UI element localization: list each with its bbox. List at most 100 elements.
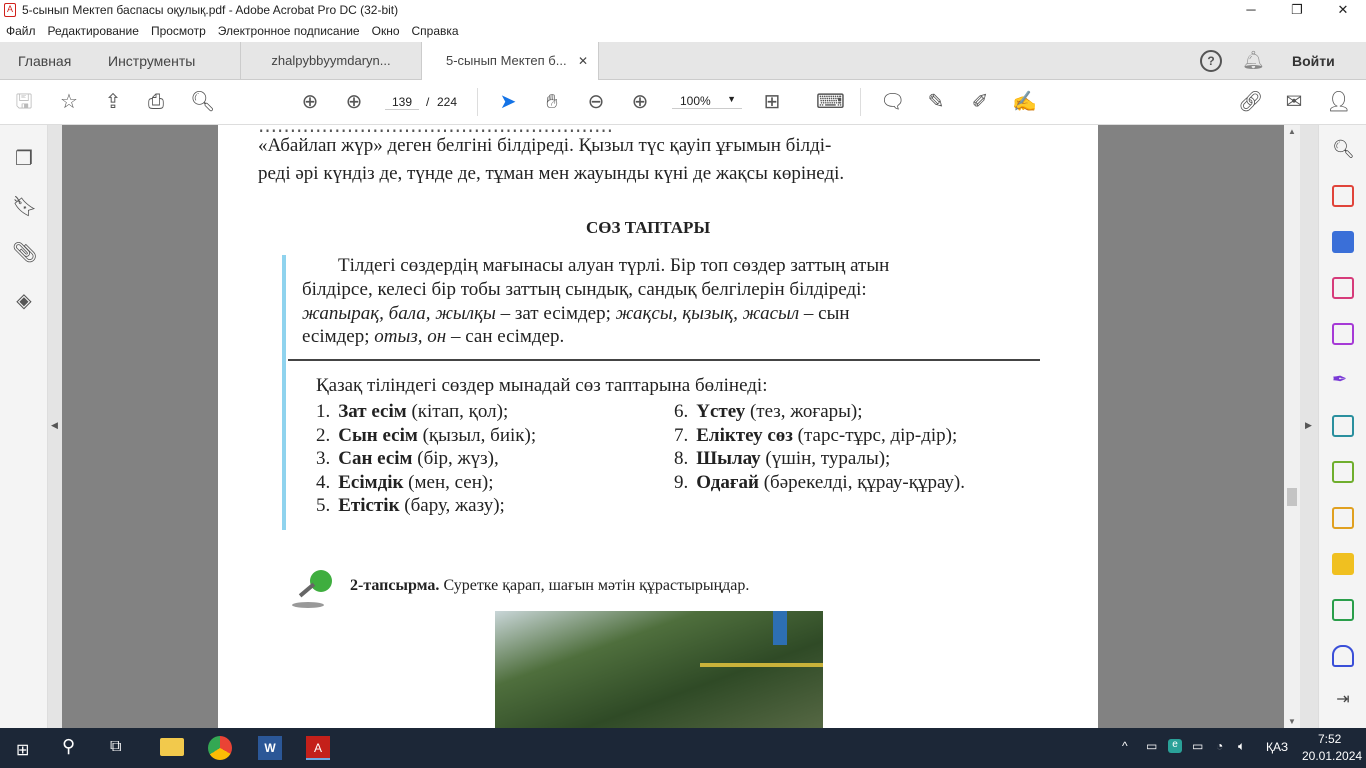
zoom-in-icon[interactable]: ⊕ xyxy=(628,90,652,114)
search-icon[interactable]: 🔍︎ xyxy=(190,90,215,114)
clock-time[interactable]: 7:52 xyxy=(1318,732,1341,746)
prev-page-icon[interactable]: ⊕ xyxy=(298,90,322,114)
task-line: 2-тапсырма. Суретке қарап, шағын мәтін қ… xyxy=(350,577,749,595)
volume-icon[interactable]: 🔈︎ xyxy=(1238,739,1245,754)
word-class-item: 8. Шылау (үшін, туралы); xyxy=(674,448,890,470)
clock-date[interactable]: 20.01.2024 xyxy=(1302,749,1362,763)
menu-edit[interactable]: Редактирование xyxy=(48,24,139,38)
maximize-button[interactable]: ❐ xyxy=(1274,0,1320,20)
pdf-page: ‥‥‥‥‥‥‥‥‥‥‥‥‥‥‥‥‥‥‥‥‥‥‥‥‥‥‥‥ «Абайлап жү… xyxy=(218,125,1098,728)
item-number: 6. xyxy=(674,401,689,422)
chrome-icon[interactable] xyxy=(208,736,232,760)
comment-icon[interactable]: 🗨︎ xyxy=(880,90,905,114)
stamp-icon[interactable]: ✍ xyxy=(1012,90,1037,114)
text-line: реді әрі күндіз де, түнде де, тұман мен … xyxy=(258,163,845,184)
select-cursor-icon[interactable]: ➤ xyxy=(496,90,520,114)
close-button[interactable]: ✕ xyxy=(1320,0,1366,20)
show-hidden-icons[interactable]: ^ xyxy=(1122,739,1128,753)
wifi-icon[interactable]: ◔ xyxy=(1216,739,1223,753)
word-icon[interactable]: W xyxy=(258,736,282,760)
item-number: 2. xyxy=(316,424,331,446)
eset-icon[interactable]: e xyxy=(1168,739,1182,753)
language-indicator[interactable]: ҚАЗ xyxy=(1266,740,1288,754)
file-explorer-icon[interactable] xyxy=(160,738,184,756)
fill-sign-icon[interactable]: ✒ xyxy=(1332,369,1354,391)
zoom-out-icon[interactable]: ⊖ xyxy=(584,90,608,114)
scroll-down-icon[interactable]: ▼ xyxy=(1288,717,1296,726)
export-pdf-icon[interactable] xyxy=(1332,323,1354,345)
street-photo xyxy=(495,611,823,728)
document-view[interactable]: ‥‥‥‥‥‥‥‥‥‥‥‥‥‥‥‥‥‥‥‥‥‥‥‥‥‥‥‥ «Абайлап жү… xyxy=(62,125,1284,728)
protect-icon[interactable] xyxy=(1332,645,1354,667)
accent-bar xyxy=(282,255,286,530)
scrollbar-thumb[interactable] xyxy=(1287,488,1297,506)
menu-sign[interactable]: Электронное подписание xyxy=(218,24,360,38)
menu-file[interactable]: Файл xyxy=(6,24,36,38)
draw-icon[interactable]: ✐ xyxy=(968,90,992,114)
item-number: 4. xyxy=(316,471,331,493)
edit-pdf-icon[interactable] xyxy=(1332,507,1354,529)
task-label: 2-тапсырма. xyxy=(350,577,440,594)
collapse-tools-icon[interactable]: ⇥ xyxy=(1332,689,1354,711)
upload-cloud-icon[interactable]: ⇪ xyxy=(101,90,125,114)
page-thumbnails-icon[interactable]: ❐ xyxy=(12,147,36,171)
tab-tools[interactable]: Инструменты xyxy=(108,42,195,80)
organize-pages-icon[interactable] xyxy=(1332,277,1354,299)
search-zoom-icon[interactable]: 🔍︎ xyxy=(1332,139,1355,161)
meet-icon[interactable]: ▭ xyxy=(1146,739,1157,753)
share-link-icon[interactable]: 🔗︎ xyxy=(1238,90,1263,114)
tab-document-2[interactable]: 5-сынып Мектеп б... ✕ xyxy=(421,42,599,81)
compare-icon[interactable] xyxy=(1332,461,1354,483)
bell-icon[interactable]: 🔔︎ xyxy=(1242,50,1265,71)
next-page-icon[interactable]: ⊕ xyxy=(342,90,366,114)
print-icon[interactable]: ⎙ xyxy=(144,90,168,114)
print-production-icon[interactable] xyxy=(1332,599,1354,621)
attachments-icon[interactable]: 📎︎ xyxy=(12,241,37,265)
minimize-button[interactable]: ─ xyxy=(1228,0,1274,20)
menu-help[interactable]: Справка xyxy=(412,24,459,38)
task-view-icon[interactable]: ⧉ xyxy=(110,738,121,756)
item-examples: (үшін, туралы); xyxy=(760,448,891,469)
text: – сын xyxy=(799,303,850,324)
add-user-icon[interactable]: 👤︎ xyxy=(1326,90,1351,114)
highlight-pen-icon[interactable]: ✎ xyxy=(924,90,948,114)
menu-window[interactable]: Окно xyxy=(372,24,400,38)
email-icon[interactable]: ✉ xyxy=(1282,90,1306,114)
item-examples: (қызыл, биік); xyxy=(417,424,537,446)
acrobat-taskbar-icon[interactable]: A xyxy=(306,736,330,760)
item-number: 3. xyxy=(316,448,331,469)
item-name: Етістік xyxy=(338,495,400,516)
close-tab-icon[interactable]: ✕ xyxy=(578,42,588,80)
page-fit-icon[interactable]: ⊞ xyxy=(760,90,784,114)
acrobat-logo-icon: A xyxy=(4,3,16,17)
left-pane-toggle[interactable]: ◀ xyxy=(48,125,62,728)
sign-in-button[interactable]: Войти xyxy=(1292,42,1335,80)
vertical-scrollbar[interactable]: ▲ ▼ xyxy=(1284,125,1300,728)
search-icon[interactable]: ⚲ xyxy=(62,736,75,757)
create-pdf-icon[interactable] xyxy=(1332,185,1354,207)
hand-tool-icon[interactable]: ✋︎ xyxy=(540,90,564,114)
send-for-review-icon[interactable] xyxy=(1332,415,1354,437)
menu-view[interactable]: Просмотр xyxy=(151,24,206,38)
scroll-up-icon[interactable]: ▲ xyxy=(1288,127,1296,136)
tab-home[interactable]: Главная xyxy=(18,42,71,80)
bookmarks-icon[interactable]: 🔖︎ xyxy=(12,195,37,219)
battery-icon[interactable]: ▭ xyxy=(1192,739,1203,753)
keyboard-icon[interactable]: ⌨ xyxy=(816,90,845,114)
windows-start-icon[interactable]: ⊞ xyxy=(16,740,29,760)
help-icon[interactable]: ? xyxy=(1200,50,1222,72)
text-line: есімдер; отыз, он – сан есімдер. xyxy=(302,326,564,348)
page-number-input[interactable]: 139 xyxy=(385,95,419,110)
comment-tool-icon[interactable] xyxy=(1332,553,1354,575)
save-icon[interactable]: 🖫︎ xyxy=(12,90,36,114)
zoom-select[interactable]: 100% ▼ xyxy=(672,94,742,109)
right-pane-toggle[interactable]: ▶ xyxy=(1300,125,1318,728)
title-bar: A 5-сынып Мектеп баспасы оқулық.pdf - Ad… xyxy=(0,0,1366,20)
italic-text: жапырақ, бала, жылқы xyxy=(302,303,496,324)
divider xyxy=(860,88,861,116)
tab-document-1[interactable]: zhalpybbyymdaryn... xyxy=(240,42,422,80)
combine-files-icon[interactable] xyxy=(1332,231,1354,253)
layers-icon[interactable]: ◈ xyxy=(12,289,36,313)
bookmark-star-icon[interactable]: ☆ xyxy=(57,90,81,114)
italic-text: жақсы, қызық, жасыл xyxy=(615,303,800,324)
